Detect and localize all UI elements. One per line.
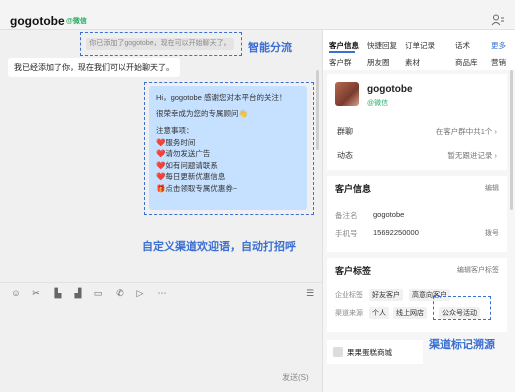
welcome-item: 请勿发送广告 xyxy=(165,149,211,158)
active-tab-indicator xyxy=(329,51,355,53)
customer-source: @微信 xyxy=(367,100,389,107)
user-settings-icon[interactable] xyxy=(491,14,505,26)
emoji-icon[interactable]: ☺ xyxy=(10,287,22,299)
tab-groups[interactable]: 客户群 xyxy=(329,57,352,68)
welcome-item: 服务时间 xyxy=(165,137,196,147)
tab-orders[interactable]: 订单记录 xyxy=(405,40,435,51)
tab-marketing[interactable]: 营销 xyxy=(491,57,506,68)
chart2-icon[interactable]: ▟ xyxy=(72,287,84,299)
tab-moments[interactable]: 朋友圈 xyxy=(367,57,390,68)
edit-info-button[interactable]: 编辑 xyxy=(485,183,499,193)
tag-chip: 个人 xyxy=(369,307,389,319)
shop-name: 果果蛋糕商城 xyxy=(347,348,392,357)
tag-chip: 线上网店 xyxy=(393,307,427,319)
dial-button[interactable]: 拨号 xyxy=(485,228,499,238)
remark-value: gogotobe xyxy=(373,210,405,219)
welcome-item: 每日更新优惠信息 xyxy=(165,172,226,181)
avatar xyxy=(335,82,359,106)
info-title: 客户信息 xyxy=(335,184,372,194)
edit-tags-button[interactable]: 编辑客户标签 xyxy=(457,265,499,275)
welcome-line: Hi，gogotobe 感谢您对本平台的关注！ xyxy=(156,93,287,102)
heart-icon: ❤️ xyxy=(156,149,166,158)
custom-welcome-annotation: 自定义渠道欢迎语，自动打招呼 xyxy=(142,241,296,253)
gift-icon: 🎁 xyxy=(156,183,166,193)
welcome-item: 点击领取专属优惠券~ xyxy=(165,183,238,193)
video-icon[interactable]: ▷ xyxy=(134,287,146,299)
heart-icon: ❤️ xyxy=(156,160,166,170)
tags-title: 客户标签 xyxy=(335,266,372,276)
welcome-item: 如有问题请联系 xyxy=(165,160,218,170)
channel-tag-annotation: 渠道标记溯源 xyxy=(429,339,495,351)
history-icon[interactable]: ☰ xyxy=(304,287,316,299)
welcome-message-bubble: Hi，gogotobe 感谢您对本平台的关注！ 很荣幸成为您的专属顾问👋 注意事… xyxy=(149,86,307,210)
message-input[interactable] xyxy=(0,302,322,392)
tab-materials[interactable]: 素材 xyxy=(405,57,420,68)
customer-tags-card: 客户标签 编辑客户标签 企业标签 好友客户 高意向客户 渠道来源 个人 线上网店… xyxy=(327,258,507,332)
customer-panel: 客户信息 快捷回复 订单记录 话术 更多 客户群 朋友圈 素材 商品库 营销 g… xyxy=(322,30,515,392)
welcome-line: 很荣幸成为您的专属顾问👋 xyxy=(156,108,248,118)
phone-icon[interactable]: ✆ xyxy=(114,287,126,299)
send-button[interactable]: 发送(S) xyxy=(282,372,309,383)
customer-info-card: 客户信息 编辑 备注名 gogotobe 手机号 15692250000 拨号 xyxy=(327,176,507,252)
chat-title: gogotobe xyxy=(10,14,65,28)
folder-icon[interactable]: ▭ xyxy=(92,287,104,299)
chevron-right-icon: › xyxy=(494,127,498,136)
channel-tag-highlight xyxy=(433,296,491,320)
activity-value[interactable]: 暂无跟进记录 › xyxy=(447,150,497,161)
smart-divert-annotation: 智能分流 xyxy=(248,42,292,54)
chevron-right-icon: › xyxy=(494,151,498,160)
welcome-line: 注意事项： xyxy=(156,126,194,135)
panel-scrollbar[interactable] xyxy=(510,70,513,210)
tab-quick-reply[interactable]: 快捷回复 xyxy=(367,40,397,51)
customer-name: gogotobe xyxy=(367,84,413,95)
panel-tabs: 客户信息 快捷回复 订单记录 话术 更多 客户群 朋友圈 素材 商品库 营销 xyxy=(323,30,515,70)
shop-icon xyxy=(333,347,343,357)
chart-icon[interactable]: ▙ xyxy=(52,287,64,299)
phone-label: 手机号 xyxy=(335,229,358,238)
tab-customer-info[interactable]: 客户信息 xyxy=(329,40,359,51)
chat-scrollbar[interactable] xyxy=(316,70,319,150)
remark-label: 备注名 xyxy=(335,211,358,220)
heart-icon: ❤️ xyxy=(156,172,166,181)
enterprise-tags-label: 企业标签 xyxy=(335,292,363,299)
smart-divert-highlight xyxy=(80,32,242,56)
wechat-badge: @微信 xyxy=(66,18,87,25)
scissors-icon[interactable]: ✂ xyxy=(30,287,42,299)
tab-more[interactable]: 更多 xyxy=(491,40,506,51)
tab-scripts[interactable]: 话术 xyxy=(455,40,470,51)
customer-card: gogotobe @微信 群聊 在客户群中共1个 › 动态 暂无跟进记录 › xyxy=(327,74,507,170)
tag-chip: 好友客户 xyxy=(369,289,403,301)
heart-icon: ❤️ xyxy=(156,137,166,147)
activity-label: 动态 xyxy=(337,151,353,160)
chat-area: 你已添加了gogotobe，现在可以开始聊天了。 智能分流 我已经添加了你，现在… xyxy=(0,30,322,282)
left-message: 我已经添加了你，现在我们可以开始聊天了。 xyxy=(8,58,180,77)
input-toolbar: ☺ ✂ ▙ ▟ ▭ ✆ ▷ ⋯ ☰ xyxy=(0,282,322,302)
channel-source-label: 渠道来源 xyxy=(335,310,363,317)
phone-value: 15692250000 xyxy=(373,228,419,237)
groups-value[interactable]: 在客户群中共1个 › xyxy=(436,126,497,137)
mini-shop[interactable]: 果果蛋糕商城 xyxy=(327,340,423,364)
chat-header: gogotobe @微信 xyxy=(0,0,515,30)
groups-label: 群聊 xyxy=(337,127,353,136)
more-icon[interactable]: ⋯ xyxy=(156,287,168,299)
tab-products[interactable]: 商品库 xyxy=(455,57,478,68)
